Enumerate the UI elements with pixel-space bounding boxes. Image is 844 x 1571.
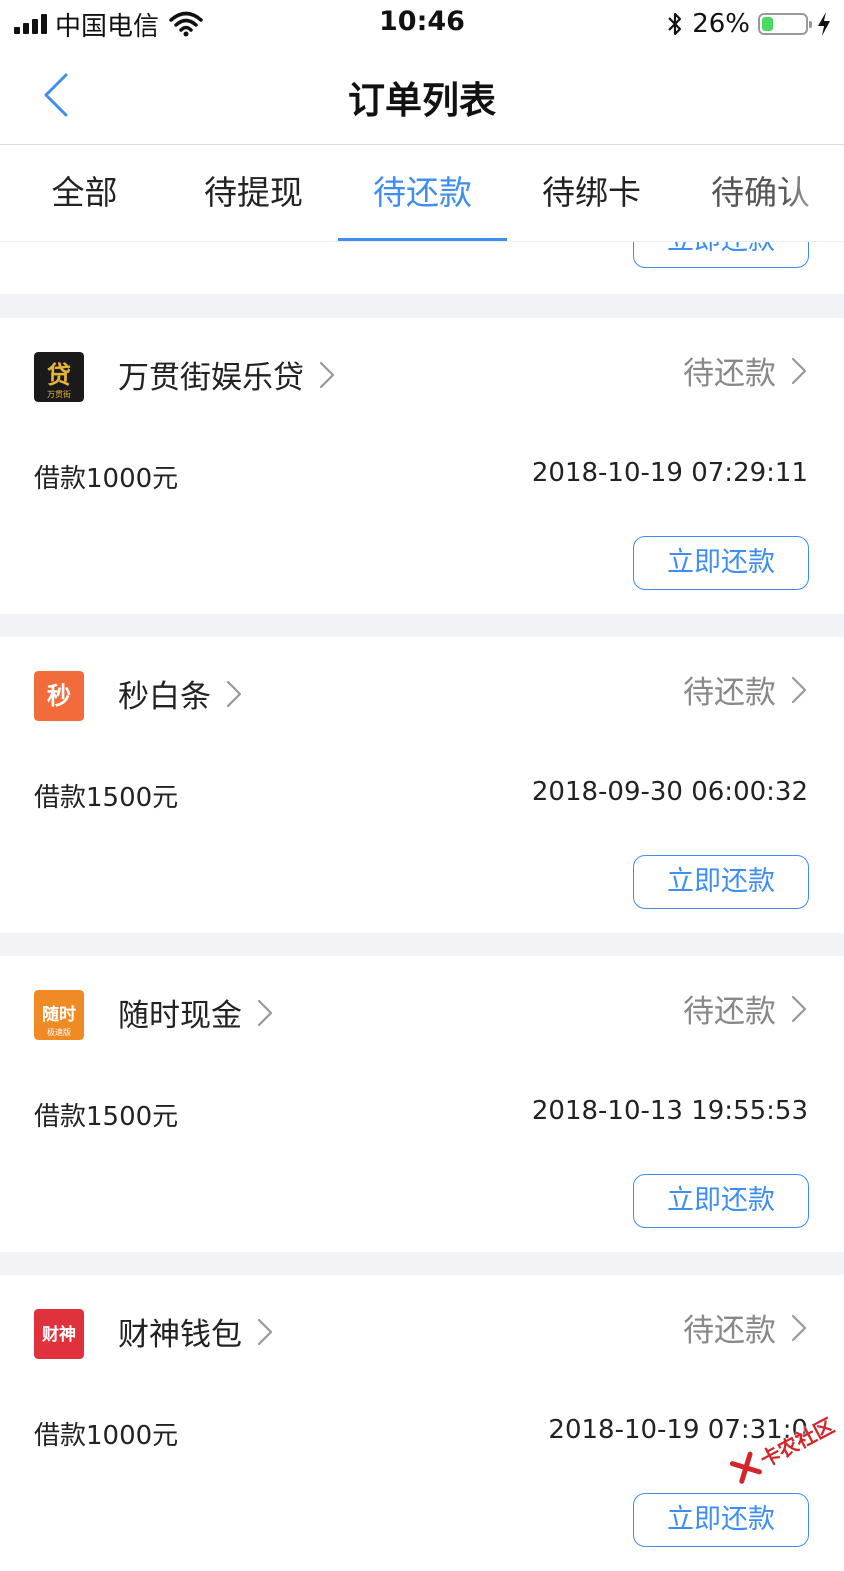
battery-fill [762,17,773,31]
chevron-right-icon [791,1314,807,1341]
order-status: 待还款 [683,1313,776,1349]
order-card-partial: 立即还款 [0,242,844,294]
loan-amount: 借款1500元 [34,1102,179,1132]
order-date: 2018-10-19 07:29:11 [531,458,808,488]
status-left: 中国电信 [14,8,203,42]
order-date: 2018-10-13 19:55:53 [531,1096,808,1126]
app-name: 随时现金 [118,998,242,1034]
app-logo-icon: 贷 万贯街 [34,352,84,402]
app-name-link[interactable]: 随时现金 [118,990,274,1035]
order-status-link[interactable]: 待还款 [683,348,808,393]
svg-text:秒: 秒 [47,682,71,710]
app-name: 秒白条 [118,679,211,715]
loan-amount: 借款1000元 [34,1421,179,1451]
wifi-icon [169,11,203,37]
app-logo-icon: 财神 [34,1309,84,1359]
battery-percent: 26% [692,9,750,39]
app-logo-icon: 秒 [34,671,84,721]
loan-amount: 借款1000元 [34,464,179,494]
loan-amount: 借款1500元 [34,783,179,813]
bluetooth-icon [668,12,682,36]
tab-pending-bind-card[interactable]: 待绑卡 [507,145,676,241]
app-logo: 财神 [34,1309,84,1359]
order-status-link[interactable]: 待还款 [683,667,808,712]
order-card: 秒 秒白条 待还款 借款1500元 2018-09-30 06:00:32 立即… [0,637,844,933]
svg-text:财神: 财神 [41,1324,76,1345]
chevron-right-icon [319,361,335,388]
filter-tabs: 全部 待提现 待还款 待绑卡 待确认 [0,145,844,242]
repay-button[interactable]: 立即还款 [633,242,809,268]
order-status: 待还款 [683,356,776,392]
app-name-link[interactable]: 万贯街娱乐贷 [118,352,336,397]
svg-text:极速版: 极速版 [47,1027,71,1037]
chevron-right-icon [226,680,242,707]
svg-text:随时: 随时 [42,1004,76,1025]
carrier-label: 中国电信 [55,11,160,42]
repay-button[interactable]: 立即还款 [633,1493,809,1547]
chevron-right-icon [791,676,807,703]
app-logo-icon: 随时 极速版 [34,990,84,1040]
repay-button[interactable]: 立即还款 [633,1174,809,1228]
tab-pending-repay[interactable]: 待还款 [338,145,507,241]
app-logo: 随时 极速版 [34,990,84,1040]
chevron-right-icon [791,995,807,1022]
order-status-link[interactable]: 待还款 [683,1305,808,1350]
order-status: 待还款 [683,675,776,711]
svg-text:万贯街: 万贯街 [47,389,71,399]
app-logo: 秒 [34,671,84,721]
status-right: 26% [666,8,832,40]
app-name-link[interactable]: 秒白条 [118,671,243,716]
status-bar: 中国电信 10:46 26% [0,0,844,50]
app-name: 财神钱包 [118,1317,242,1353]
chevron-right-icon [257,999,273,1026]
svg-text:贷: 贷 [47,361,71,389]
nav-bar: 订单列表 [0,50,844,145]
battery-icon [758,13,812,35]
app-name-link[interactable]: 财神钱包 [118,1309,274,1354]
chevron-right-icon [791,357,807,384]
order-card: 财神 财神钱包 待还款 借款1000元 2018-10-19 07:31:0 立… [0,1275,844,1571]
page-title: 订单列表 [348,79,496,122]
charging-icon [818,12,830,36]
order-card: 贷 万贯街 万贯街娱乐贷 待还款 借款1000元 2018-10-19 07:2… [0,318,844,614]
repay-button[interactable]: 立即还款 [633,855,809,909]
tab-pending-withdraw[interactable]: 待提现 [169,145,338,241]
chevron-right-icon [257,1318,273,1345]
app-logo: 贷 万贯街 [34,352,84,402]
repay-button[interactable]: 立即还款 [633,536,809,590]
tab-all[interactable]: 全部 [0,145,169,241]
order-status: 待还款 [683,994,776,1030]
order-card: 随时 极速版 随时现金 待还款 借款1500元 2018-10-13 19:55… [0,956,844,1252]
order-date: 2018-09-30 06:00:32 [531,777,808,807]
app-name: 万贯街娱乐贷 [118,360,304,396]
order-status-link[interactable]: 待还款 [683,986,808,1031]
signal-icon [14,14,47,34]
